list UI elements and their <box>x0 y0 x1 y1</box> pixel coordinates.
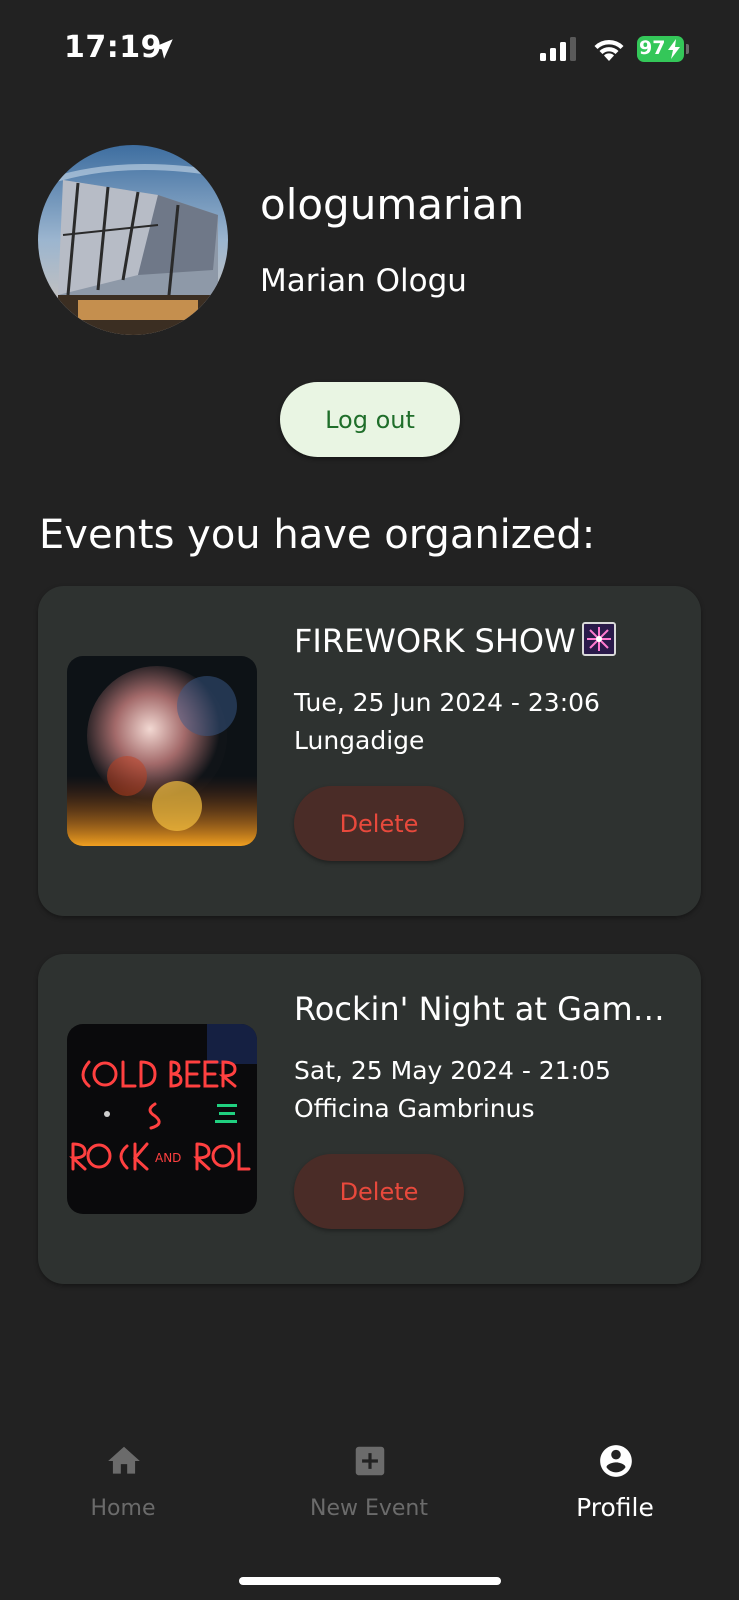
logout-button[interactable]: Log out <box>280 382 460 457</box>
status-bar: 17:19 97 <box>0 0 739 100</box>
nav-label: Profile <box>576 1493 654 1522</box>
event-location: Officina Gambrinus <box>294 1094 535 1123</box>
add-box-icon <box>355 1446 385 1476</box>
fireworks-emoji-icon <box>581 622 616 656</box>
event-thumbnail <box>67 656 257 846</box>
full-name: Marian Ologu <box>260 263 467 299</box>
account-circle-icon <box>600 1445 632 1477</box>
nav-item-home[interactable]: Home <box>23 1430 223 1530</box>
section-title: Events you have organized: <box>39 512 596 558</box>
avatar <box>38 145 228 335</box>
nav-label: Home <box>90 1496 156 1521</box>
home-indicator[interactable] <box>239 1577 501 1585</box>
event-title: FIREWORK SHOW <box>294 622 674 660</box>
wifi-icon <box>594 39 624 61</box>
event-location: Lungadige <box>294 726 425 755</box>
event-card[interactable]: AND Rockin' Night at Gamb… Sat, 25 May 2… <box>38 954 701 1284</box>
event-date: Sat, 25 May 2024 - 21:05 <box>294 1056 611 1085</box>
home-icon <box>108 1446 140 1474</box>
status-time: 17:19 <box>64 30 162 65</box>
battery-indicator: 97 <box>637 36 689 62</box>
nav-item-profile[interactable]: Profile <box>515 1430 715 1530</box>
nav-label: New Event <box>309 1496 428 1521</box>
username: ologumarian <box>260 180 525 229</box>
delete-button[interactable]: Delete <box>294 786 464 861</box>
event-card[interactable]: FIREWORK SHOW Tue, 25 Jun 2024 - 23:06 L… <box>38 586 701 916</box>
event-date: Tue, 25 Jun 2024 - 23:06 <box>294 688 600 717</box>
charging-bolt-icon <box>668 39 680 59</box>
svg-text:AND: AND <box>155 1151 181 1165</box>
event-title: Rockin' Night at Gamb… <box>294 990 674 1028</box>
battery-level: 97 <box>639 37 666 59</box>
nav-item-new-event[interactable]: New Event <box>269 1430 469 1530</box>
location-arrow-icon <box>153 39 173 59</box>
profile-screen: 17:19 97 ologumarian Marian Ologu Log ou… <box>0 0 739 1600</box>
event-thumbnail: AND <box>67 1024 257 1214</box>
bottom-navigation: Home New Event Profile <box>0 1430 739 1550</box>
delete-button[interactable]: Delete <box>294 1154 464 1229</box>
cellular-signal-icon <box>540 37 576 61</box>
